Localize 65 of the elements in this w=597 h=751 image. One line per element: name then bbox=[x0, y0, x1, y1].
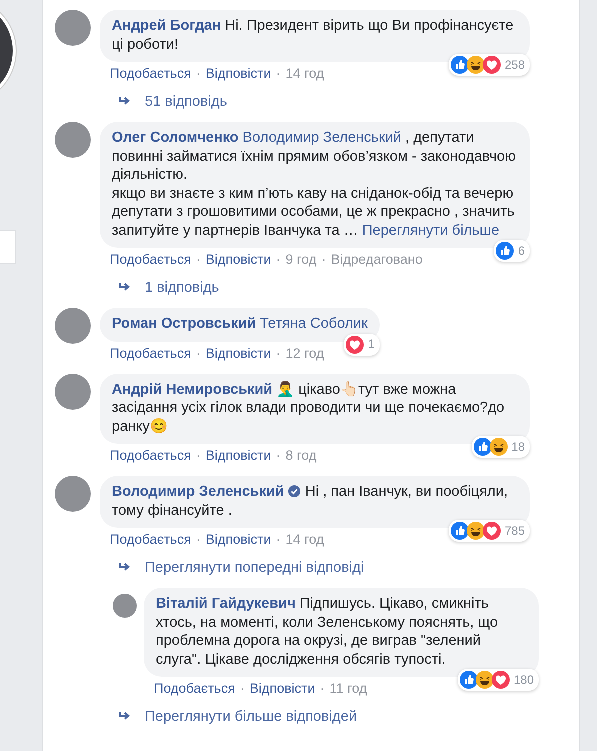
reply-link[interactable]: Відповісти bbox=[250, 680, 316, 697]
author-link[interactable]: Віталій Гайдукевич bbox=[156, 596, 296, 612]
like-link[interactable]: Подобається bbox=[110, 344, 192, 362]
thumbs-up-icon bbox=[460, 671, 478, 689]
reaction-count: 785 bbox=[504, 522, 525, 540]
view-replies-link[interactable]: 51 відповідь bbox=[145, 94, 228, 110]
mention-link[interactable]: Володимир Зеленський bbox=[242, 130, 402, 146]
separator-dot: · bbox=[276, 531, 281, 548]
separator-dot: · bbox=[276, 447, 281, 464]
like-link[interactable]: Подобається bbox=[110, 531, 192, 548]
laughing-face-icon bbox=[466, 522, 485, 540]
reply-link[interactable]: Відповісти bbox=[206, 344, 272, 362]
separator-dot: · bbox=[322, 251, 326, 268]
separator-dot: · bbox=[196, 344, 201, 362]
author-link[interactable]: Андрей Богдан bbox=[112, 18, 222, 34]
laughing-face-icon bbox=[490, 438, 508, 456]
view-replies-link[interactable]: Переглянути попередні відповіді bbox=[145, 560, 364, 576]
avatar-placeholder[interactable] bbox=[55, 10, 91, 46]
reply-link[interactable]: Відповісти bbox=[206, 65, 272, 82]
thumbs-up-icon bbox=[450, 56, 469, 74]
edited-label: Відредаговано bbox=[331, 251, 423, 268]
separator-dot: · bbox=[196, 65, 201, 82]
see-more-link[interactable]: Переглянути більше bbox=[362, 222, 500, 238]
comment-text: Андрій Немировський 🤦‍♂ цікаво👆🏻тут вже можна засідання усіх гілок влади проводити чи ще почекаємо?до ранку😊 bbox=[112, 380, 506, 436]
separator-dot: · bbox=[196, 531, 201, 548]
avatar-placeholder[interactable] bbox=[113, 594, 137, 618]
avatar-placeholder[interactable] bbox=[55, 374, 91, 410]
view-replies-link[interactable]: Переглянути більше відповідей bbox=[145, 709, 358, 725]
author-link[interactable]: Андрій Немировський bbox=[112, 382, 273, 398]
avatar-placeholder[interactable] bbox=[55, 476, 91, 512]
reaction-count: 18 bbox=[512, 438, 525, 456]
comment-text: Володимир Зеленський Ні , пан Іванчук, ви пообіцяли, тому фінансуйте . bbox=[112, 483, 510, 520]
reply-link[interactable]: Відповісти bbox=[206, 531, 272, 548]
reaction-count: 258 bbox=[504, 56, 525, 74]
like-link[interactable]: Подобається bbox=[110, 447, 192, 464]
view-replies-link[interactable]: 1 відповідь bbox=[145, 280, 220, 296]
author-link[interactable]: Олег Соломченко bbox=[112, 130, 239, 146]
separator-dot: · bbox=[320, 680, 325, 697]
separator-dot: · bbox=[196, 251, 201, 268]
like-link[interactable]: Подобається bbox=[154, 680, 236, 697]
separator-dot: · bbox=[196, 447, 201, 464]
thumbs-up-icon bbox=[450, 522, 469, 540]
like-link[interactable]: Подобається bbox=[110, 65, 192, 82]
avatar-placeholder[interactable] bbox=[55, 308, 91, 344]
reaction-count: 1 bbox=[368, 336, 375, 354]
author-link[interactable]: Роман Островський bbox=[112, 316, 256, 332]
author-link[interactable]: Володимир Зеленський bbox=[112, 484, 284, 500]
comment-text: Віталій Гайдукевич Підпишусь. Цікаво, смикніть хтось, на моменті, коли Зеленському пояснять, що проблемна дорога на окрузі, де виграв "зелений слуга". Цікаве дослідження обсягів тупості. bbox=[156, 595, 500, 669]
comment-text: Андрей Богдан Ні. Президент вірить що Ви профінансуєте ці роботи! bbox=[112, 17, 515, 54]
reaction-count: 6 bbox=[518, 242, 525, 260]
mention-link[interactable]: Тетяна Соболик bbox=[260, 316, 368, 332]
avatar-placeholder[interactable] bbox=[55, 122, 91, 158]
laughing-face-icon bbox=[476, 671, 494, 689]
laughing-face-icon bbox=[466, 56, 485, 74]
comment-text: Олег Соломченко Володимир Зеленський , депутати повинні займатися їхнім прямим обов’язком - законодавчою діяльністю. якщо ви знаєте з ким п’ють каву на сніданок-обід та вечерю депутати з грошовитими особами, це ж прекрасно , значить запитуйте у партнерів Іванчука та … Переглянути більше bbox=[112, 129, 517, 240]
thumbs-up-icon bbox=[474, 438, 492, 456]
reply-link[interactable]: Відповісти bbox=[206, 251, 272, 268]
separator-dot: · bbox=[276, 251, 281, 268]
separator-dot: · bbox=[276, 344, 281, 362]
reaction-count: 180 bbox=[514, 672, 534, 689]
like-link[interactable]: Подобається bbox=[110, 251, 192, 268]
reply-link[interactable]: Відповісти bbox=[206, 447, 272, 464]
separator-dot: · bbox=[276, 65, 281, 82]
thumbs-up-icon bbox=[496, 242, 514, 260]
separator-dot: · bbox=[240, 680, 245, 697]
